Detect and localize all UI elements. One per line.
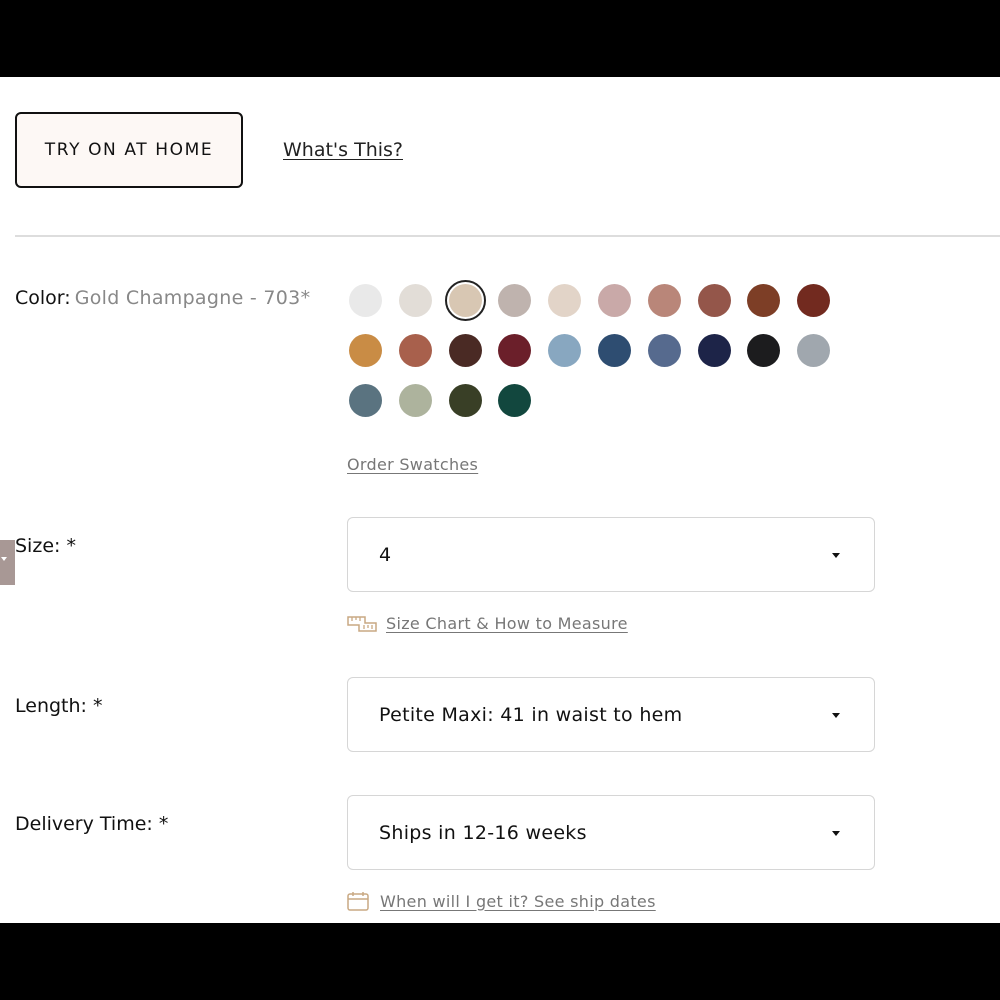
color-swatch[interactable] [598, 334, 631, 367]
color-swatch[interactable] [598, 284, 631, 317]
color-swatch[interactable] [448, 334, 482, 367]
color-swatch[interactable] [398, 384, 432, 417]
color-swatch[interactable] [697, 334, 731, 367]
color-label-text: Color: [15, 287, 71, 309]
size-chart-link[interactable]: Size Chart & How to Measure [347, 614, 628, 633]
ship-dates-link[interactable]: When will I get it? See ship dates [347, 891, 656, 911]
order-swatches-link[interactable]: Order Swatches [347, 455, 478, 474]
color-swatch[interactable] [747, 334, 781, 367]
delivery-time-value: Ships in 12-16 weeks [379, 821, 587, 844]
selected-color-name: Gold Champagne - 703* [74, 287, 311, 309]
try-on-at-home-button[interactable]: TRY ON AT HOME [15, 112, 243, 188]
whats-this-link[interactable]: What's This? [283, 139, 403, 161]
color-swatch[interactable] [498, 284, 532, 317]
chevron-down-icon [832, 830, 840, 836]
color-swatch[interactable] [697, 284, 731, 317]
color-swatch[interactable] [647, 334, 681, 367]
size-chart-link-text: Size Chart & How to Measure [386, 614, 628, 633]
color-swatch[interactable] [349, 384, 382, 417]
delivery-time-label: Delivery Time: * [15, 813, 169, 835]
divider [15, 235, 1000, 237]
color-label: Color: Gold Champagne - 703* [15, 287, 310, 309]
color-swatch[interactable] [349, 334, 382, 367]
color-swatch[interactable] [548, 334, 582, 367]
color-swatch[interactable] [444, 280, 486, 321]
product-options-panel: TRY ON AT HOME What's This? Color: Gold C… [0, 77, 1000, 923]
length-label: Length: * [15, 695, 103, 717]
side-feedback-tab[interactable] [0, 540, 15, 585]
color-swatch[interactable] [398, 284, 432, 317]
color-swatch[interactable] [498, 384, 532, 417]
size-select[interactable]: 4 [347, 517, 875, 592]
chevron-down-icon [832, 712, 840, 718]
length-select[interactable]: Petite Maxi: 41 in waist to hem [347, 677, 875, 752]
color-swatch[interactable] [349, 284, 382, 317]
size-select-value: 4 [379, 543, 392, 566]
color-swatch[interactable] [647, 284, 681, 317]
ruler-icon [347, 615, 377, 632]
delivery-time-select[interactable]: Ships in 12-16 weeks [347, 795, 875, 870]
color-swatch[interactable] [498, 334, 532, 367]
ship-dates-link-text: When will I get it? See ship dates [380, 891, 656, 911]
color-swatch[interactable] [448, 384, 482, 417]
chevron-down-icon [1, 557, 7, 561]
bottom-letterbox [0, 923, 1000, 1000]
color-swatch[interactable] [548, 284, 582, 317]
color-swatch[interactable] [797, 284, 831, 317]
color-swatch[interactable] [797, 334, 831, 367]
color-swatch[interactable] [747, 284, 781, 317]
size-label: Size: * [15, 535, 76, 557]
color-swatch[interactable] [398, 334, 432, 367]
top-letterbox [0, 0, 1000, 77]
length-select-value: Petite Maxi: 41 in waist to hem [379, 703, 683, 726]
calendar-icon [347, 892, 369, 911]
chevron-down-icon [832, 552, 840, 558]
